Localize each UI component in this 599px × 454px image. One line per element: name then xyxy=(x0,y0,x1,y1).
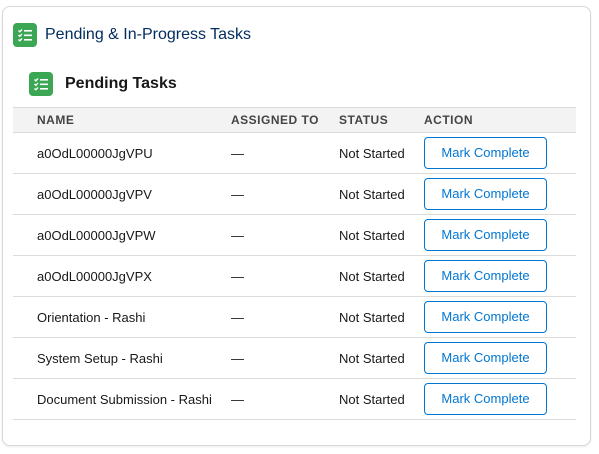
task-name: a0OdL00000JgVPU xyxy=(13,132,231,174)
table-row: a0OdL00000JgVPW — Not Started Mark Compl… xyxy=(13,214,576,256)
table-row: a0OdL00000JgVPU — Not Started Mark Compl… xyxy=(13,132,576,174)
mark-complete-button[interactable]: Mark Complete xyxy=(424,260,547,292)
card-header: Pending & In-Progress Tasks xyxy=(13,23,251,47)
task-list-icon xyxy=(29,72,53,96)
task-name: Orientation - Rashi xyxy=(13,296,231,338)
task-name: a0OdL00000JgVPW xyxy=(13,214,231,256)
task-assigned: — xyxy=(231,214,339,256)
section-header: Pending Tasks xyxy=(29,72,177,96)
task-name: Document Submission - Rashi xyxy=(13,378,231,420)
task-assigned: — xyxy=(231,173,339,215)
task-name: a0OdL00000JgVPV xyxy=(13,173,231,215)
column-header-assigned[interactable]: ASSIGNED TO xyxy=(231,107,339,133)
column-header-status[interactable]: STATUS xyxy=(339,107,424,133)
task-name: System Setup - Rashi xyxy=(13,337,231,379)
table-header-row: NAME ASSIGNED TO STATUS ACTION xyxy=(13,107,576,133)
task-assigned: — xyxy=(231,255,339,297)
task-assigned: — xyxy=(231,132,339,174)
section-title: Pending Tasks xyxy=(65,75,177,92)
column-header-name[interactable]: NAME xyxy=(13,107,231,133)
task-assigned: — xyxy=(231,378,339,420)
task-assigned: — xyxy=(231,337,339,379)
task-status: Not Started xyxy=(339,132,424,174)
mark-complete-button[interactable]: Mark Complete xyxy=(424,301,547,333)
task-list-icon xyxy=(13,23,37,47)
task-status: Not Started xyxy=(339,378,424,420)
mark-complete-button[interactable]: Mark Complete xyxy=(424,219,547,251)
card-title: Pending & In-Progress Tasks xyxy=(45,26,252,43)
task-status: Not Started xyxy=(339,296,424,338)
task-status: Not Started xyxy=(339,337,424,379)
column-header-action: ACTION xyxy=(424,107,576,133)
mark-complete-button[interactable]: Mark Complete xyxy=(424,383,547,415)
table-row: Document Submission - Rashi — Not Starte… xyxy=(13,378,576,420)
table-row: a0OdL00000JgVPV — Not Started Mark Compl… xyxy=(13,173,576,215)
task-status: Not Started xyxy=(339,214,424,256)
mark-complete-button[interactable]: Mark Complete xyxy=(424,137,547,169)
task-status: Not Started xyxy=(339,255,424,297)
task-name: a0OdL00000JgVPX xyxy=(13,255,231,297)
mark-complete-button[interactable]: Mark Complete xyxy=(424,342,547,374)
table-row: System Setup - Rashi — Not Started Mark … xyxy=(13,337,576,379)
table-row: a0OdL00000JgVPX — Not Started Mark Compl… xyxy=(13,255,576,297)
task-status: Not Started xyxy=(339,173,424,215)
task-assigned: — xyxy=(231,296,339,338)
table-row: Orientation - Rashi — Not Started Mark C… xyxy=(13,296,576,338)
tasks-card: Pending & In-Progress Tasks Pending Task… xyxy=(2,6,591,446)
mark-complete-button[interactable]: Mark Complete xyxy=(424,178,547,210)
pending-tasks-table: NAME ASSIGNED TO STATUS ACTION a0OdL0000… xyxy=(13,107,576,420)
